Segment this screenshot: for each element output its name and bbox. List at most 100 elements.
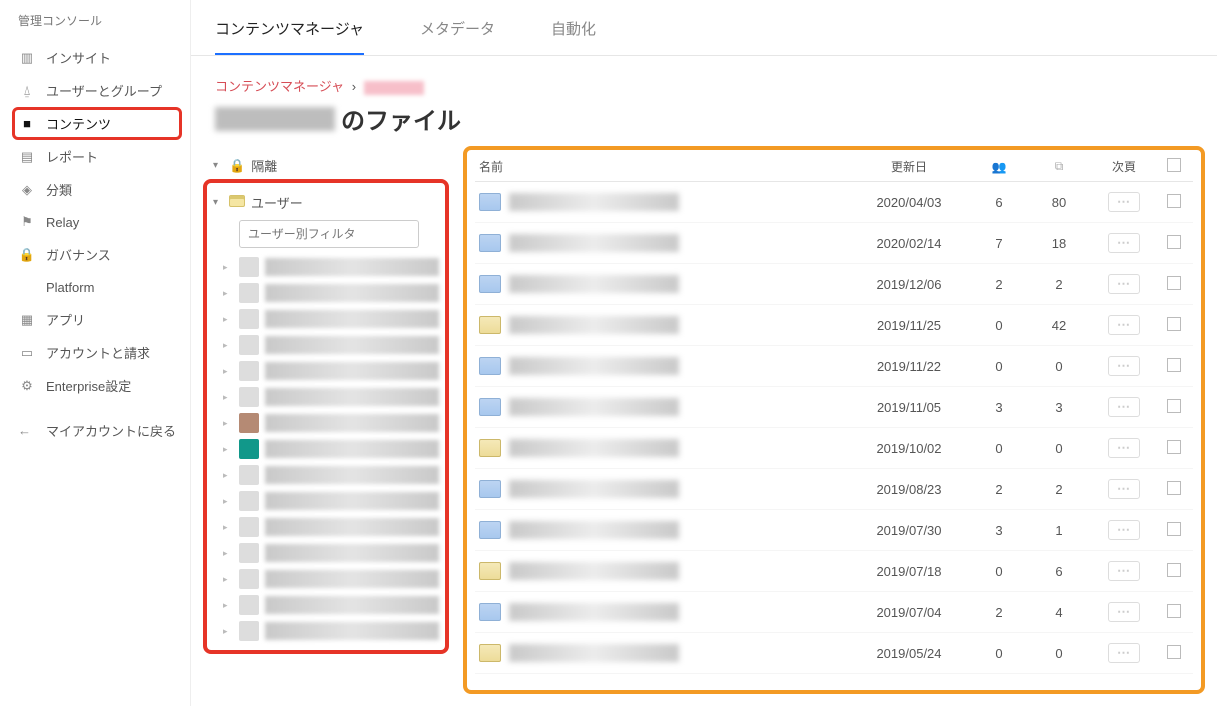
more-icon[interactable]: ⋯ [1108, 643, 1140, 663]
tree-user-row[interactable]: ▸ [213, 410, 439, 436]
sidebar-item-8[interactable]: ▦アプリ [12, 303, 182, 336]
breadcrumb[interactable]: コンテンツマネージャ › [215, 76, 1193, 95]
more-icon[interactable]: ⋯ [1108, 233, 1140, 253]
file-row[interactable]: 2020/02/14 7 18 ⋯ [475, 223, 1193, 264]
more-icon[interactable]: ⋯ [1108, 479, 1140, 499]
chevron-right-icon[interactable]: ▸ [223, 470, 233, 481]
tree-user-row[interactable]: ▸ [213, 566, 439, 592]
file-row[interactable]: 2019/07/04 2 4 ⋯ [475, 592, 1193, 633]
file-checkbox[interactable] [1159, 399, 1189, 416]
file-checkbox[interactable] [1159, 276, 1189, 293]
chevron-right-icon[interactable]: ▸ [223, 626, 233, 637]
more-icon[interactable]: ⋯ [1108, 315, 1140, 335]
file-row[interactable]: 2019/08/23 2 2 ⋯ [475, 469, 1193, 510]
chevron-right-icon[interactable]: ▸ [223, 548, 233, 559]
tree-user-row[interactable]: ▸ [213, 462, 439, 488]
tree-user-row[interactable]: ▸ [213, 488, 439, 514]
chevron-right-icon[interactable]: ▸ [223, 262, 233, 273]
sidebar-item-4[interactable]: ◈分類 [12, 173, 182, 206]
chevron-right-icon[interactable]: ▸ [223, 340, 233, 351]
chevron-right-icon[interactable]: ▸ [223, 366, 233, 377]
file-checkbox[interactable] [1159, 317, 1189, 334]
file-row[interactable]: 2019/07/18 0 6 ⋯ [475, 551, 1193, 592]
more-icon[interactable]: ⋯ [1108, 561, 1140, 581]
file-more[interactable]: ⋯ [1089, 520, 1159, 540]
col-next[interactable]: 次頁 [1089, 158, 1159, 175]
sidebar-item-10[interactable]: ⚙Enterprise設定 [12, 369, 182, 402]
tree-user-row[interactable]: ▸ [213, 540, 439, 566]
tree-user-row[interactable]: ▸ [213, 592, 439, 618]
file-checkbox[interactable] [1159, 604, 1189, 621]
more-icon[interactable]: ⋯ [1108, 438, 1140, 458]
file-row[interactable]: 2019/12/06 2 2 ⋯ [475, 264, 1193, 305]
file-more[interactable]: ⋯ [1089, 315, 1159, 335]
tree-user-row[interactable]: ▸ [213, 358, 439, 384]
file-more[interactable]: ⋯ [1089, 561, 1159, 581]
sidebar-item-9[interactable]: ▭アカウントと請求 [12, 336, 182, 369]
file-row[interactable]: 2019/07/30 3 1 ⋯ [475, 510, 1193, 551]
chevron-right-icon[interactable]: ▸ [223, 418, 233, 429]
file-more[interactable]: ⋯ [1089, 356, 1159, 376]
file-checkbox[interactable] [1159, 235, 1189, 252]
file-more[interactable]: ⋯ [1089, 438, 1159, 458]
file-row[interactable]: 2019/11/25 0 42 ⋯ [475, 305, 1193, 346]
file-checkbox[interactable] [1159, 440, 1189, 457]
tree-quarantine[interactable]: ▾ 🔒 隔離 [203, 152, 449, 179]
col-files-icon[interactable]: ⧉ [1029, 159, 1089, 174]
file-more[interactable]: ⋯ [1089, 192, 1159, 212]
col-collaborators-icon[interactable]: 👥 [969, 160, 1029, 174]
tree-user-row[interactable]: ▸ [213, 436, 439, 462]
tree-user-row[interactable]: ▸ [213, 306, 439, 332]
chevron-right-icon[interactable]: ▸ [223, 314, 233, 325]
chevron-right-icon[interactable]: ▸ [223, 444, 233, 455]
more-icon[interactable]: ⋯ [1108, 602, 1140, 622]
file-more[interactable]: ⋯ [1089, 602, 1159, 622]
tree-user-row[interactable]: ▸ [213, 332, 439, 358]
file-checkbox[interactable] [1159, 522, 1189, 539]
back-to-my-account[interactable]: ← マイアカウントに戻る [12, 414, 182, 447]
tree-users-node[interactable]: ▾ ユーザー [213, 189, 439, 216]
col-select-all[interactable] [1159, 158, 1189, 175]
breadcrumb-root[interactable]: コンテンツマネージャ [215, 79, 344, 94]
tab-0[interactable]: コンテンツマネージャ [215, 18, 364, 55]
tab-2[interactable]: 自動化 [551, 18, 596, 55]
sidebar-item-0[interactable]: ▥インサイト [12, 41, 182, 74]
file-checkbox[interactable] [1159, 358, 1189, 375]
sidebar-item-7[interactable]: Platform [12, 271, 182, 303]
chevron-right-icon[interactable]: ▸ [223, 574, 233, 585]
tree-user-row[interactable]: ▸ [213, 514, 439, 540]
chevron-right-icon[interactable]: ▸ [223, 392, 233, 403]
more-icon[interactable]: ⋯ [1108, 520, 1140, 540]
more-icon[interactable]: ⋯ [1108, 397, 1140, 417]
more-icon[interactable]: ⋯ [1108, 192, 1140, 212]
file-more[interactable]: ⋯ [1089, 274, 1159, 294]
sidebar-item-3[interactable]: ▤レポート [12, 140, 182, 173]
chevron-right-icon[interactable]: ▸ [223, 600, 233, 611]
col-name[interactable]: 名前 [479, 158, 849, 175]
file-more[interactable]: ⋯ [1089, 643, 1159, 663]
file-row[interactable]: 2019/10/02 0 0 ⋯ [475, 428, 1193, 469]
file-row[interactable]: 2019/05/24 0 0 ⋯ [475, 633, 1193, 674]
more-icon[interactable]: ⋯ [1108, 356, 1140, 376]
file-checkbox[interactable] [1159, 563, 1189, 580]
file-checkbox[interactable] [1159, 194, 1189, 211]
more-icon[interactable]: ⋯ [1108, 274, 1140, 294]
col-date[interactable]: 更新日 [849, 158, 969, 175]
sidebar-item-2[interactable]: ■コンテンツ [12, 107, 182, 140]
sidebar-item-6[interactable]: 🔒ガバナンス [12, 238, 182, 271]
tree-user-row[interactable]: ▸ [213, 254, 439, 280]
tab-1[interactable]: メタデータ [420, 18, 495, 55]
file-row[interactable]: 2019/11/22 0 0 ⋯ [475, 346, 1193, 387]
file-checkbox[interactable] [1159, 481, 1189, 498]
file-row[interactable]: 2020/04/03 6 80 ⋯ [475, 182, 1193, 223]
file-more[interactable]: ⋯ [1089, 479, 1159, 499]
chevron-right-icon[interactable]: ▸ [223, 522, 233, 533]
tree-user-row[interactable]: ▸ [213, 618, 439, 644]
sidebar-item-1[interactable]: ⍙ユーザーとグループ [12, 74, 182, 107]
chevron-down-icon[interactable]: ▾ [213, 197, 225, 208]
file-more[interactable]: ⋯ [1089, 233, 1159, 253]
file-row[interactable]: 2019/11/05 3 3 ⋯ [475, 387, 1193, 428]
tree-user-row[interactable]: ▸ [213, 280, 439, 306]
user-filter-input[interactable] [239, 220, 419, 248]
sidebar-item-5[interactable]: ⚑Relay [12, 206, 182, 238]
